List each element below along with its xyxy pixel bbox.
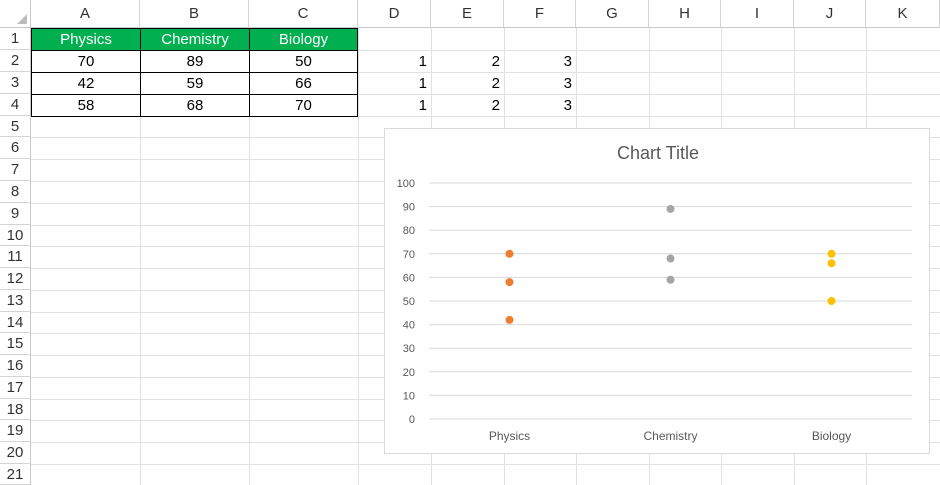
x-category-label: Biology bbox=[812, 429, 851, 443]
cell-B2[interactable]: 89 bbox=[140, 50, 250, 73]
cell-E2[interactable]: 2 bbox=[431, 50, 504, 72]
row-header-21[interactable]: 21 bbox=[0, 464, 31, 485]
row-header-15[interactable]: 15 bbox=[0, 333, 31, 355]
data-point-chemistry[interactable] bbox=[666, 204, 675, 213]
cell-D2[interactable]: 1 bbox=[358, 50, 431, 72]
row-header-18[interactable]: 18 bbox=[0, 399, 31, 420]
spreadsheet-grid[interactable]: ABCDEFGHIJK 1 2 3 4 5 6 7 8 9 10 11 12 13 14 15 16 17 18 1… bbox=[0, 0, 940, 485]
cell-B1[interactable]: Chemistry bbox=[140, 28, 250, 51]
row-header-19[interactable]: 19 bbox=[0, 420, 31, 442]
column-header-b[interactable]: B bbox=[140, 0, 249, 28]
row-header-13[interactable]: 13 bbox=[0, 290, 31, 312]
cell-C1[interactable]: Biology bbox=[249, 28, 358, 51]
row-header-1[interactable]: 1 bbox=[0, 28, 31, 50]
cell-A1[interactable]: Physics bbox=[31, 28, 141, 51]
y-tick-label: 70 bbox=[403, 249, 415, 261]
column-header-j[interactable]: J bbox=[794, 0, 866, 28]
data-point-chemistry[interactable] bbox=[666, 254, 675, 263]
cell-D4[interactable]: 1 bbox=[358, 94, 431, 116]
cell-F4[interactable]: 3 bbox=[504, 94, 576, 116]
cell-A3[interactable]: 42 bbox=[31, 72, 141, 95]
cell-F2[interactable]: 3 bbox=[504, 50, 576, 72]
cell-E4[interactable]: 2 bbox=[431, 94, 504, 116]
column-header-c[interactable]: C bbox=[249, 0, 358, 28]
select-all-corner[interactable] bbox=[0, 0, 31, 28]
column-header-e[interactable]: E bbox=[431, 0, 504, 28]
y-tick-label: 40 bbox=[403, 320, 415, 332]
scatter-chart[interactable]: Chart Title 0 10 20 30 40 50 60 70 80 90 100 Physics… bbox=[384, 128, 930, 454]
cell-B4[interactable]: 68 bbox=[140, 94, 250, 117]
row-header-6[interactable]: 6 bbox=[0, 137, 31, 159]
row-header-16[interactable]: 16 bbox=[0, 355, 31, 377]
row-header-14[interactable]: 14 bbox=[0, 312, 31, 333]
y-tick-label: 0 bbox=[409, 414, 415, 426]
data-point-chemistry[interactable] bbox=[666, 275, 675, 284]
row-header-17[interactable]: 17 bbox=[0, 377, 31, 399]
row-header-5[interactable]: 5 bbox=[0, 116, 31, 137]
column-header-a[interactable]: A bbox=[31, 0, 140, 28]
column-header-i[interactable]: I bbox=[721, 0, 794, 28]
data-point-physics[interactable] bbox=[505, 315, 514, 324]
cell-C3[interactable]: 66 bbox=[249, 72, 358, 95]
chart-title[interactable]: Chart Title bbox=[617, 143, 699, 163]
cell-C4[interactable]: 70 bbox=[249, 94, 358, 117]
select-all-triangle-icon bbox=[17, 14, 27, 24]
x-category-label: Chemistry bbox=[643, 429, 697, 443]
cell-B3[interactable]: 59 bbox=[140, 72, 250, 95]
y-tick-label: 10 bbox=[403, 390, 415, 402]
x-category-label: Physics bbox=[489, 429, 530, 443]
row-header-12[interactable]: 12 bbox=[0, 268, 31, 290]
row-header-2[interactable]: 2 bbox=[0, 50, 31, 72]
column-header-h[interactable]: H bbox=[649, 0, 721, 28]
row-header-11[interactable]: 11 bbox=[0, 246, 31, 268]
row-header-8[interactable]: 8 bbox=[0, 181, 31, 203]
cell-D3[interactable]: 1 bbox=[358, 72, 431, 94]
chart-plot-area: Chart Title 0 10 20 30 40 50 60 70 80 90 100 Physics… bbox=[397, 143, 912, 443]
data-point-physics[interactable] bbox=[505, 249, 514, 258]
row-header-7[interactable]: 7 bbox=[0, 159, 31, 181]
row-header-3[interactable]: 3 bbox=[0, 72, 31, 94]
column-header-g[interactable]: G bbox=[576, 0, 649, 28]
y-tick-label: 50 bbox=[403, 296, 415, 308]
cell-A4[interactable]: 58 bbox=[31, 94, 141, 117]
y-tick-label: 90 bbox=[403, 202, 415, 214]
data-point-biology[interactable] bbox=[827, 249, 836, 258]
column-header-k[interactable]: K bbox=[866, 0, 940, 28]
column-header-f[interactable]: F bbox=[504, 0, 576, 28]
cell-A2[interactable]: 70 bbox=[31, 50, 141, 73]
y-tick-label: 100 bbox=[397, 178, 415, 190]
row-header-10[interactable]: 10 bbox=[0, 225, 31, 246]
row-header-4[interactable]: 4 bbox=[0, 94, 31, 116]
y-tick-label: 20 bbox=[403, 367, 415, 379]
row-header-20[interactable]: 20 bbox=[0, 442, 31, 464]
data-point-biology[interactable] bbox=[827, 297, 836, 305]
column-header-d[interactable]: D bbox=[358, 0, 431, 28]
cell-C2[interactable]: 50 bbox=[249, 50, 358, 73]
row-header-9[interactable]: 9 bbox=[0, 203, 31, 225]
gridline-horizontal bbox=[31, 464, 940, 465]
y-tick-label: 60 bbox=[403, 272, 415, 284]
data-point-physics[interactable] bbox=[505, 278, 514, 287]
cell-F3[interactable]: 3 bbox=[504, 72, 576, 94]
data-point-biology[interactable] bbox=[827, 259, 836, 268]
cell-E3[interactable]: 2 bbox=[431, 72, 504, 94]
y-tick-label: 80 bbox=[403, 225, 415, 237]
y-tick-label: 30 bbox=[403, 343, 415, 355]
